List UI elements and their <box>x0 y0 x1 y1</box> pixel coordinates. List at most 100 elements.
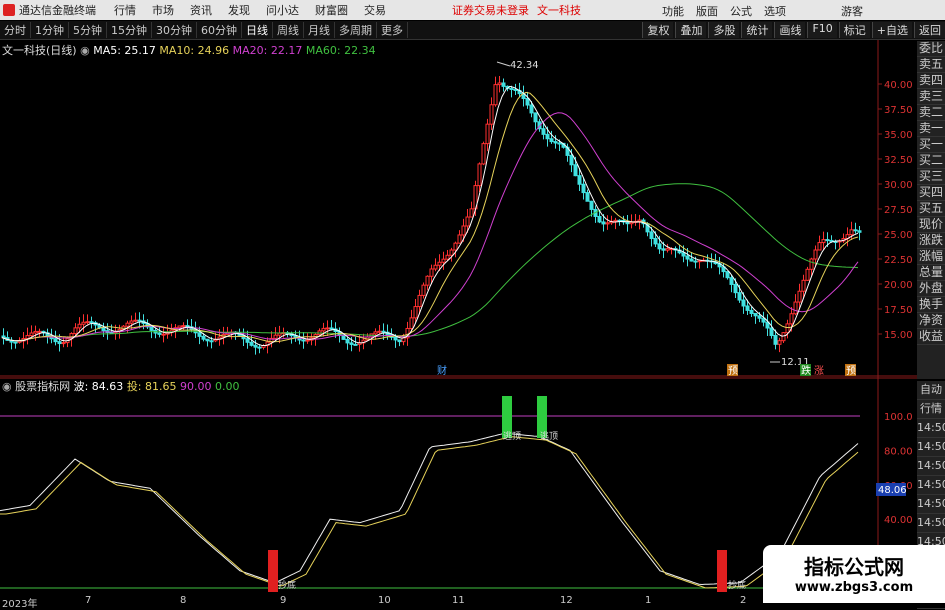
marker-die[interactable]: 跌 <box>801 364 811 377</box>
indicator-settings-icon[interactable]: ◉ <box>2 380 12 393</box>
quote-side-panel: 委比 卖五 卖四 卖三 卖二 卖一 买一 买二 买三 买四 买五 现价 涨跌 涨幅 总量 外盘 换手 净资 收益 <box>917 41 945 379</box>
marker-zhang[interactable]: 涨 <box>814 365 824 377</box>
period-60min[interactable]: 60分钟 <box>197 22 242 38</box>
main-info-line: 文一科技(日线) ◉ MA5: 25.17 MA10: 24.96 MA20: … <box>2 42 376 58</box>
tool-f10[interactable]: F10 <box>807 22 837 38</box>
candle-body <box>589 200 594 210</box>
settings-icon[interactable]: ◉ <box>80 44 90 57</box>
marker-yu2[interactable]: 预 <box>846 365 856 377</box>
quote-field-5[interactable]: 卖一 <box>917 121 945 137</box>
kline-chart[interactable]: 40.00 37.50 35.00 32.50 30.00 27.50 25.00 22.50… <box>0 40 917 595</box>
period-more[interactable]: 更多 <box>377 22 408 38</box>
menu-options[interactable]: 选项 <box>764 3 786 19</box>
menu-discover[interactable]: 发现 <box>228 2 250 18</box>
candle-body <box>497 82 502 86</box>
menu-news[interactable]: 资讯 <box>190 2 212 18</box>
period-1min[interactable]: 1分钟 <box>31 22 69 38</box>
period-multi[interactable]: 多周期 <box>335 22 377 38</box>
candle-body <box>813 249 818 260</box>
period-30min[interactable]: 30分钟 <box>152 22 197 38</box>
tool-back[interactable]: 返回 <box>914 22 945 38</box>
tool-mark[interactable]: 标记 <box>838 22 870 38</box>
top-menubar: 通达信金融终端 行情 市场 资讯 发现 问小达 财富圈 交易 证券交易未登录 文… <box>0 0 945 20</box>
time-field-5[interactable]: 14:50 <box>917 476 945 495</box>
candle-body <box>513 88 518 91</box>
date-label: 11 <box>452 595 465 606</box>
quote-field-9[interactable]: 买四 <box>917 185 945 201</box>
indicator-tick-label: 40.00 <box>884 515 913 526</box>
quote-field-2[interactable]: 卖四 <box>917 73 945 89</box>
quote-field-13[interactable]: 涨幅 <box>917 249 945 265</box>
time-field-0[interactable]: 自动 <box>917 381 945 400</box>
candle-body <box>109 331 114 334</box>
candle-body <box>653 237 658 245</box>
tool-adjust[interactable]: 复权 <box>642 22 674 38</box>
time-field-7[interactable]: 14:50 <box>917 514 945 533</box>
tool-overlay[interactable]: 叠加 <box>675 22 707 38</box>
period-15min[interactable]: 15分钟 <box>107 22 152 38</box>
login-notice[interactable]: 证券交易未登录 <box>452 2 529 18</box>
price-tick-label: 35.00 <box>884 130 913 141</box>
time-field-4[interactable]: 14:50 <box>917 457 945 476</box>
candle-body <box>657 243 662 250</box>
marker-cai[interactable]: 财 <box>437 364 447 377</box>
period-weekly[interactable]: 周线 <box>273 22 304 38</box>
quote-field-6[interactable]: 买一 <box>917 137 945 153</box>
quote-field-0[interactable]: 委比 <box>917 41 945 57</box>
menu-trade[interactable]: 交易 <box>364 2 386 18</box>
menu-market[interactable]: 行情 <box>114 2 136 18</box>
menu-formula[interactable]: 公式 <box>730 3 752 19</box>
quote-field-18[interactable]: 收益 <box>917 329 945 345</box>
time-field-1[interactable]: 行情 <box>917 400 945 419</box>
price-tick-label: 30.00 <box>884 180 913 191</box>
menu-guest[interactable]: 游客 <box>841 3 863 19</box>
quote-field-10[interactable]: 买五 <box>917 201 945 217</box>
candle-body <box>53 338 58 343</box>
candle-body <box>129 320 134 324</box>
candle-body <box>809 258 814 270</box>
stock-link[interactable]: 文一科技 <box>537 2 581 18</box>
tool-draw[interactable]: 画线 <box>774 22 806 38</box>
date-label: 7 <box>85 595 92 606</box>
time-field-3[interactable]: 14:50 <box>917 438 945 457</box>
indicator-info-line: ◉ 股票指标网 波: 84.63 投: 81.65 90.00 0.00 <box>2 378 240 394</box>
indicator-tick-label: 100.0 <box>884 412 913 423</box>
period-5min[interactable]: 5分钟 <box>69 22 107 38</box>
menu-markets[interactable]: 市场 <box>152 2 174 18</box>
quote-field-8[interactable]: 买三 <box>917 169 945 185</box>
candle-body <box>85 321 90 324</box>
candle-body <box>273 334 278 339</box>
indicator-name[interactable]: 股票指标网 <box>15 380 70 393</box>
quote-field-17[interactable]: 净资 <box>917 313 945 329</box>
period-monthly[interactable]: 月线 <box>304 22 335 38</box>
quote-field-1[interactable]: 卖五 <box>917 57 945 73</box>
quote-field-12[interactable]: 涨跌 <box>917 233 945 249</box>
quote-field-7[interactable]: 买二 <box>917 153 945 169</box>
indicator-v1: 波: 84.63 <box>73 380 124 393</box>
menu-ask[interactable]: 问小达 <box>266 2 299 18</box>
time-field-2[interactable]: 14:50 <box>917 419 945 438</box>
indicator-tick-label: 80.00 <box>884 446 913 457</box>
candle-body <box>857 230 862 233</box>
time-field-6[interactable]: 14:50 <box>917 495 945 514</box>
stock-name[interactable]: 文一科技(日线) <box>2 44 77 57</box>
candle-body <box>453 242 458 251</box>
period-daily[interactable]: 日线 <box>242 22 273 38</box>
tool-stats[interactable]: 统计 <box>741 22 773 38</box>
quote-field-11[interactable]: 现价 <box>917 217 945 233</box>
quote-field-15[interactable]: 外盘 <box>917 281 945 297</box>
tool-add-watch[interactable]: +自选 <box>871 22 912 38</box>
period-tick[interactable]: 分时 <box>0 22 31 38</box>
menu-layout[interactable]: 版面 <box>696 3 718 19</box>
quote-field-16[interactable]: 换手 <box>917 297 945 313</box>
quote-field-3[interactable]: 卖三 <box>917 89 945 105</box>
menu-function[interactable]: 功能 <box>662 3 684 19</box>
quote-field-14[interactable]: 总量 <box>917 265 945 281</box>
tool-multi[interactable]: 多股 <box>708 22 740 38</box>
candle-body <box>649 231 654 239</box>
quote-field-4[interactable]: 卖二 <box>917 105 945 121</box>
marker-yu1[interactable]: 预 <box>728 365 738 377</box>
bottom-label-1: 抄底 <box>278 579 296 591</box>
menu-wealth[interactable]: 财富圈 <box>315 2 348 18</box>
indicator-v2: 投: 81.65 <box>126 380 177 393</box>
